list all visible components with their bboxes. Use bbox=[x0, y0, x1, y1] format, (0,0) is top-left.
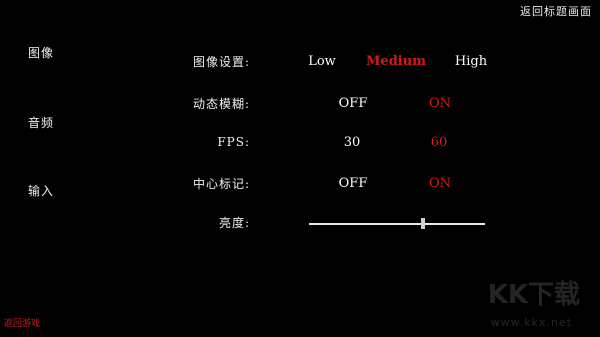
brightness-slider-track[interactable] bbox=[309, 223, 485, 225]
fps-label: FPS: bbox=[217, 135, 250, 149]
image-quality-option-low[interactable]: Low bbox=[308, 54, 336, 69]
brightness-slider-thumb[interactable] bbox=[421, 218, 426, 229]
center-marker-option-on[interactable]: ON bbox=[429, 176, 451, 191]
watermark-url: www.kkx.net bbox=[490, 316, 572, 329]
image-quality-option-high[interactable]: High bbox=[455, 54, 487, 69]
motion-blur-label: 动态模糊: bbox=[192, 97, 250, 111]
center-marker-option-off[interactable]: OFF bbox=[339, 176, 368, 191]
fps-option-60[interactable]: 60 bbox=[431, 135, 448, 150]
motion-blur-option-on[interactable]: ON bbox=[429, 96, 451, 111]
image-quality-option-medium[interactable]: Medium bbox=[366, 54, 426, 69]
sidebar-item-input[interactable]: 输入 bbox=[28, 182, 54, 199]
fps-option-30[interactable]: 30 bbox=[344, 135, 361, 150]
sidebar-item-audio[interactable]: 音频 bbox=[28, 114, 54, 131]
return-to-title-button[interactable]: 返回标题画面 bbox=[520, 3, 592, 19]
center-marker-label: 中心标记: bbox=[192, 177, 250, 191]
watermark-logo: KK下载 bbox=[487, 280, 580, 310]
brightness-label: 亮度: bbox=[218, 216, 250, 230]
sidebar-item-image[interactable]: 图像 bbox=[28, 44, 54, 61]
motion-blur-option-off[interactable]: OFF bbox=[339, 96, 368, 111]
image-quality-label: 图像设置: bbox=[192, 55, 250, 69]
return-to-game-button[interactable]: 返回游戏 bbox=[4, 316, 40, 329]
